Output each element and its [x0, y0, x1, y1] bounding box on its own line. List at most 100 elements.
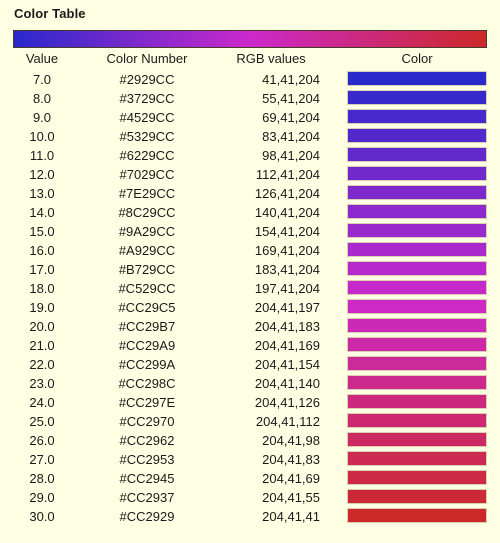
cell-color-number: #CC297E: [118, 395, 176, 410]
table-row: 14.0 #8C29CC 140,41,204: [0, 203, 500, 222]
cell-color-number: #CC2929: [119, 509, 175, 524]
cell-value: 9.0: [32, 110, 52, 125]
cell-value: 28.0: [29, 471, 55, 486]
column-header-value: Value: [25, 51, 59, 66]
table-row: 26.0 #CC2962 204,41,98: [0, 431, 500, 450]
cell-color-number: #C529CC: [118, 281, 176, 296]
cell-value: 23.0: [29, 376, 55, 391]
cell-value: 14.0: [29, 205, 55, 220]
table-row: 23.0 #CC298C 204,41,140: [0, 374, 500, 393]
table-row: 9.0 #4529CC 69,41,204: [0, 108, 500, 127]
cell-color-number: #9A29CC: [118, 224, 176, 239]
cell-rgb-values: 204,41,69: [262, 471, 320, 486]
cell-rgb-values: 197,41,204: [254, 281, 320, 296]
cell-color-swatch: [347, 109, 487, 124]
cell-color-number: #B729CC: [118, 262, 176, 277]
cell-value: 26.0: [29, 433, 55, 448]
table-row: 16.0 #A929CC 169,41,204: [0, 241, 500, 260]
cell-color-swatch: [347, 223, 487, 238]
cell-rgb-values: 55,41,204: [262, 91, 320, 106]
cell-color-swatch: [347, 451, 487, 466]
table-row: 27.0 #CC2953 204,41,83: [0, 450, 500, 469]
table-row: 20.0 #CC29B7 204,41,183: [0, 317, 500, 336]
cell-color-swatch: [347, 508, 487, 523]
cell-value: 8.0: [32, 91, 52, 106]
cell-rgb-values: 98,41,204: [262, 148, 320, 163]
cell-color-swatch: [347, 185, 487, 200]
cell-color-number: #8C29CC: [118, 205, 176, 220]
cell-color-swatch: [347, 280, 487, 295]
cell-value: 16.0: [29, 243, 55, 258]
cell-rgb-values: 204,41,55: [262, 490, 320, 505]
cell-color-number: #CC2945: [119, 471, 175, 486]
cell-color-number: #7E29CC: [118, 186, 176, 201]
cell-color-swatch: [347, 166, 487, 181]
cell-rgb-values: 204,41,154: [254, 357, 320, 372]
color-table: Value Color Number RGB values Color 7.0 #…: [0, 50, 500, 526]
cell-color-number: #CC29B7: [118, 319, 176, 334]
cell-color-number: #CC298C: [118, 376, 176, 391]
cell-color-number: #7029CC: [119, 167, 175, 182]
table-row: 30.0 #CC2929 204,41,41: [0, 507, 500, 526]
cell-rgb-values: 183,41,204: [254, 262, 320, 277]
cell-color-number: #2929CC: [119, 72, 175, 87]
cell-color-number: #6229CC: [119, 148, 175, 163]
table-header-row: Value Color Number RGB values Color: [0, 50, 500, 70]
table-body: 7.0 #2929CC 41,41,204 8.0 #3729CC 55,41,204 9.…: [0, 70, 500, 526]
table-row: 17.0 #B729CC 183,41,204: [0, 260, 500, 279]
cell-color-swatch: [347, 71, 487, 86]
cell-rgb-values: 204,41,112: [255, 414, 320, 429]
cell-value: 12.0: [29, 167, 55, 182]
cell-color-number: #CC2962: [119, 433, 175, 448]
cell-rgb-values: 204,41,126: [254, 395, 320, 410]
cell-value: 27.0: [29, 452, 55, 467]
cell-value: 20.0: [29, 319, 55, 334]
color-ramp-gradient: [13, 30, 487, 48]
cell-color-number: #CC29C5: [118, 300, 176, 315]
cell-rgb-values: 204,41,140: [254, 376, 320, 391]
cell-value: 7.0: [32, 72, 52, 87]
cell-value: 15.0: [29, 224, 55, 239]
cell-value: 13.0: [29, 186, 55, 201]
table-row: 21.0 #CC29A9 204,41,169: [0, 336, 500, 355]
cell-rgb-values: 204,41,41: [262, 509, 320, 524]
cell-color-swatch: [347, 147, 487, 162]
cell-color-number: #A929CC: [118, 243, 176, 258]
cell-color-swatch: [347, 337, 487, 352]
table-row: 15.0 #9A29CC 154,41,204: [0, 222, 500, 241]
cell-color-swatch: [347, 128, 487, 143]
table-row: 24.0 #CC297E 204,41,126: [0, 393, 500, 412]
cell-value: 24.0: [29, 395, 55, 410]
cell-rgb-values: 154,41,204: [254, 224, 320, 239]
cell-color-swatch: [347, 356, 487, 371]
cell-color-number: #4529CC: [119, 110, 175, 125]
cell-color-swatch: [347, 375, 487, 390]
cell-value: 22.0: [29, 357, 55, 372]
column-header-color: Color: [401, 51, 433, 66]
cell-rgb-values: 204,41,83: [262, 452, 320, 467]
cell-value: 18.0: [29, 281, 55, 296]
cell-rgb-values: 41,41,204: [262, 72, 320, 87]
table-row: 12.0 #7029CC 112,41,204: [0, 165, 500, 184]
table-row: 10.0 #5329CC 83,41,204: [0, 127, 500, 146]
cell-color-number: #5329CC: [119, 129, 175, 144]
cell-rgb-values: 204,41,183: [254, 319, 320, 334]
cell-rgb-values: 204,41,197: [254, 300, 320, 315]
table-row: 29.0 #CC2937 204,41,55: [0, 488, 500, 507]
cell-color-swatch: [347, 204, 487, 219]
table-row: 28.0 #CC2945 204,41,69: [0, 469, 500, 488]
cell-color-swatch: [347, 413, 487, 428]
cell-rgb-values: 204,41,169: [254, 338, 320, 353]
cell-color-swatch: [347, 318, 487, 333]
cell-color-swatch: [347, 432, 487, 447]
cell-value: 29.0: [29, 490, 55, 505]
cell-value: 11.0: [29, 148, 55, 163]
cell-value: 30.0: [29, 509, 55, 524]
cell-color-swatch: [347, 299, 487, 314]
cell-rgb-values: 169,41,204: [254, 243, 320, 258]
table-row: 19.0 #CC29C5 204,41,197: [0, 298, 500, 317]
cell-color-swatch: [347, 489, 487, 504]
cell-rgb-values: 126,41,204: [254, 186, 320, 201]
cell-color-number: #CC2937: [119, 490, 175, 505]
table-row: 8.0 #3729CC 55,41,204: [0, 89, 500, 108]
